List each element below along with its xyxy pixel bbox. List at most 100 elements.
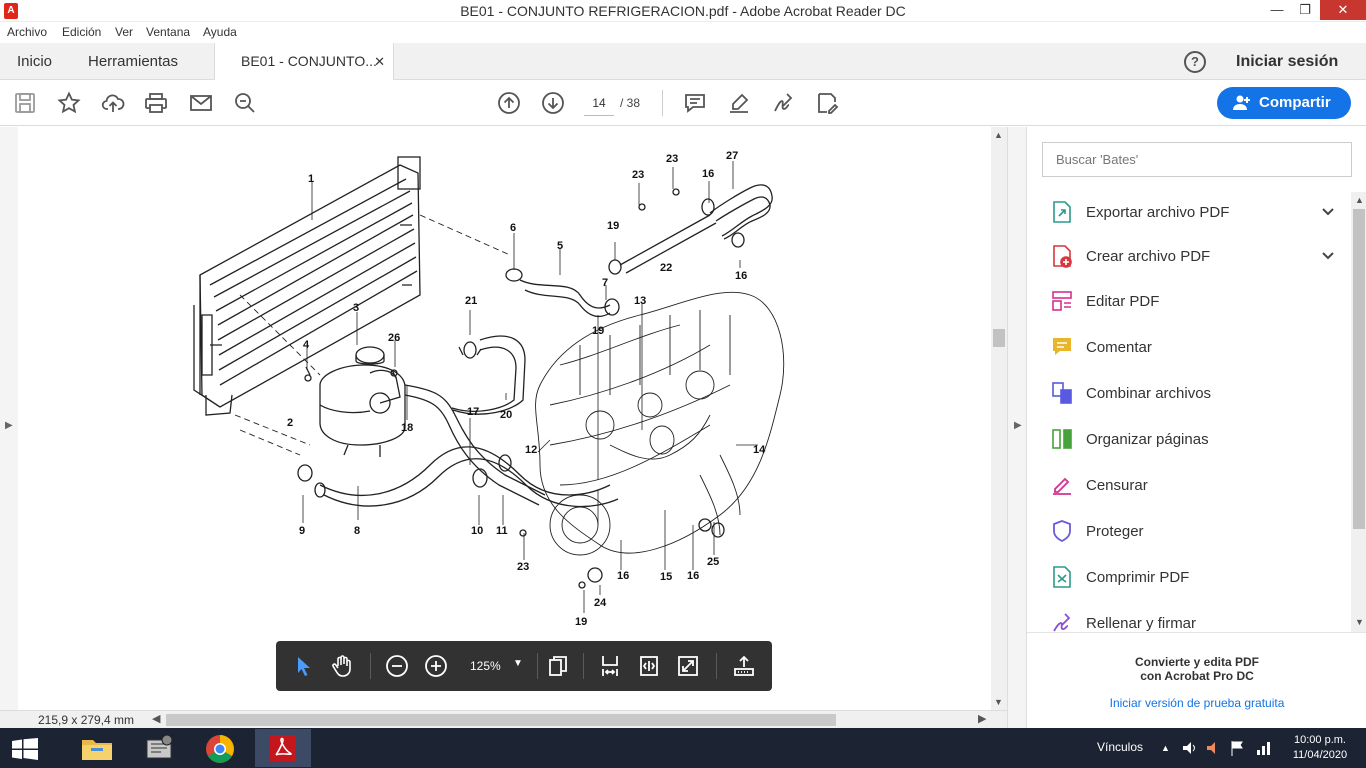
tool-export-pdf[interactable]: Exportar archivo PDF (1051, 196, 1341, 230)
left-pane-toggle[interactable]: ▶ (0, 127, 18, 727)
chevron-down-icon[interactable] (1319, 202, 1337, 220)
tool-protect[interactable]: Proteger (1051, 515, 1341, 549)
tool-comment[interactable]: Comentar (1051, 331, 1341, 365)
zoom-in-icon[interactable] (424, 654, 448, 678)
menu-edicion[interactable]: Edición (62, 25, 101, 39)
email-icon[interactable] (189, 91, 213, 115)
tool-create-pdf[interactable]: Crear archivo PDF (1051, 240, 1341, 274)
share-label: Compartir (1259, 94, 1331, 111)
pipe-22-part (608, 184, 773, 275)
tool-edit-pdf[interactable]: Editar PDF (1051, 285, 1341, 319)
clock-time: 10:00 p.m. (1294, 734, 1346, 746)
expand-left-icon[interactable]: ▶ (5, 420, 13, 431)
diagram-label: 17 (467, 406, 479, 418)
zoom-dropdown-icon[interactable]: ▼ (513, 658, 523, 669)
tool-label: Editar PDF (1086, 293, 1160, 310)
scroll-down-icon[interactable]: ▼ (994, 697, 1003, 707)
diagram-label: 24 (594, 597, 607, 609)
scroll-thumb[interactable] (1353, 209, 1365, 529)
export-pdf-icon (1053, 201, 1071, 223)
chrome-button[interactable] (193, 729, 249, 767)
acrobat-button[interactable] (255, 729, 311, 767)
tab-tools[interactable]: Herramientas (88, 43, 178, 80)
links-toolbar[interactable]: Vínculos (1097, 740, 1143, 754)
scroll-thumb[interactable] (993, 329, 1005, 347)
close-window-button[interactable]: ✕ (1320, 0, 1366, 20)
fit-width-icon[interactable] (598, 654, 622, 678)
audio-warning-icon[interactable] (1206, 741, 1222, 755)
network-icon[interactable] (1256, 740, 1272, 756)
tool-combine[interactable]: Combinar archivos (1051, 377, 1341, 411)
upload-icon[interactable] (101, 91, 125, 115)
page-number-input[interactable]: 14 (584, 90, 614, 116)
select-cursor-icon[interactable] (292, 654, 316, 678)
volume-icon[interactable] (1182, 741, 1198, 755)
zoom-search-icon[interactable] (233, 91, 257, 115)
tray-expand-icon[interactable]: ▲ (1161, 743, 1170, 753)
diagram-label: 13 (634, 295, 646, 307)
windows-start-icon[interactable] (12, 738, 38, 760)
right-pane-toggle[interactable]: ▶ (1007, 127, 1026, 728)
menu-archivo[interactable]: Archivo (7, 25, 47, 39)
file-explorer-button[interactable] (69, 729, 125, 767)
read-mode-icon[interactable] (732, 654, 756, 678)
divider (537, 653, 538, 679)
page-down-icon[interactable] (541, 91, 565, 115)
window-title: BE01 - CONJUNTO REFRIGERACION.pdf - Adob… (460, 3, 906, 19)
diagram-label: 14 (753, 444, 766, 456)
diagram-label: 4 (303, 339, 310, 351)
signin-button[interactable]: Iniciar sesión (1236, 43, 1338, 80)
page-up-icon[interactable] (497, 91, 521, 115)
maximize-button[interactable]: ❐ (1292, 0, 1318, 20)
scroll-right-icon[interactable]: ▶ (978, 712, 986, 725)
full-screen-icon[interactable] (676, 654, 700, 678)
save-icon[interactable] (13, 91, 37, 115)
menu-ayuda[interactable]: Ayuda (203, 25, 237, 39)
scroll-up-icon[interactable]: ▲ (1355, 195, 1364, 205)
hand-tool-icon[interactable] (330, 654, 354, 678)
search-input[interactable]: Buscar 'Bates' (1042, 142, 1352, 177)
diagram-label: 27 (726, 150, 738, 162)
scroll-up-icon[interactable]: ▲ (994, 130, 1003, 140)
scroll-down-icon[interactable]: ▼ (1355, 617, 1364, 627)
tool-compress[interactable]: Comprimir PDF (1051, 561, 1341, 595)
menu-ver[interactable]: Ver (115, 25, 133, 39)
tab-document[interactable]: BE01 - CONJUNTO... ✕ (214, 43, 394, 81)
help-icon[interactable]: ? (1184, 51, 1206, 73)
menu-ventana[interactable]: Ventana (146, 25, 190, 39)
page-layout-icon[interactable] (546, 654, 570, 678)
diagram-label: 3 (353, 302, 359, 314)
tool-redact[interactable]: Censurar (1051, 469, 1341, 503)
bookmark-star-icon[interactable] (57, 91, 81, 115)
fit-page-icon[interactable] (637, 654, 661, 678)
control-panel-button[interactable] (131, 729, 187, 767)
share-button[interactable]: Compartir (1217, 87, 1351, 119)
minimize-button[interactable]: — (1264, 0, 1290, 20)
system-clock[interactable]: 10:00 p.m. 11/04/2020 (1282, 733, 1358, 763)
horizontal-scroll-thumb[interactable] (166, 714, 836, 726)
zoom-out-icon[interactable] (385, 654, 409, 678)
scroll-left-icon[interactable]: ◀ (152, 712, 160, 725)
chevron-down-icon[interactable] (1319, 246, 1337, 264)
tool-organize[interactable]: Organizar páginas (1051, 423, 1341, 457)
vertical-scrollbar[interactable]: ▲ ▼ (991, 127, 1007, 710)
sign-icon[interactable] (771, 91, 795, 115)
tools-scrollbar[interactable]: ▲ ▼ (1351, 192, 1366, 632)
comment-icon[interactable] (683, 91, 707, 115)
close-tab-icon[interactable]: ✕ (374, 43, 385, 80)
zoom-level[interactable]: 125% (470, 641, 501, 691)
promo-line-2: con Acrobat Pro DC (1140, 669, 1254, 683)
page-total: / 38 (620, 96, 641, 110)
compress-pdf-icon (1053, 566, 1071, 588)
trial-link[interactable]: Iniciar versión de prueba gratuita (1027, 696, 1366, 710)
diagram-label: 19 (575, 616, 587, 628)
action-center-flag-icon[interactable] (1230, 740, 1246, 756)
toolbar-divider (662, 90, 663, 116)
tab-home[interactable]: Inicio (17, 43, 52, 80)
fill-sign-icon[interactable] (815, 91, 839, 115)
collapse-right-icon[interactable]: ▶ (1014, 420, 1022, 431)
organize-pages-icon (1052, 429, 1072, 449)
tab-document-label: BE01 - CONJUNTO... (241, 53, 377, 69)
print-icon[interactable] (144, 91, 168, 115)
highlight-pen-icon[interactable] (727, 91, 751, 115)
